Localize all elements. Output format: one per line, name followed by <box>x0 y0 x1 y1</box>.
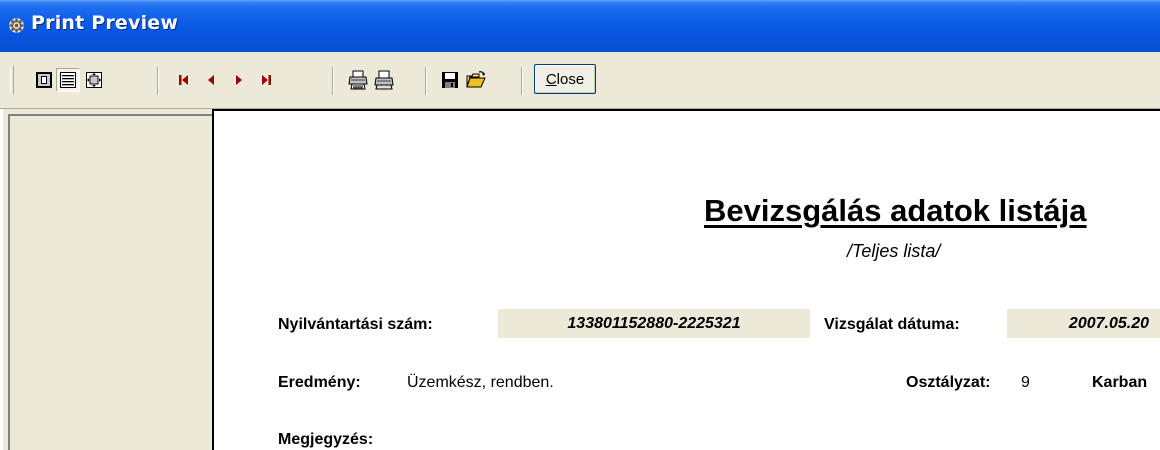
toolbar-separator <box>332 67 334 95</box>
note-label: Megjegyzés: <box>278 431 374 448</box>
left-panel <box>0 109 212 450</box>
class-value: 9 <box>1021 374 1030 391</box>
registration-value: 133801152880-2225321 <box>498 309 810 338</box>
first-page-icon <box>179 75 188 85</box>
toolbar-separator <box>425 67 427 95</box>
prev-page-button[interactable] <box>199 68 223 92</box>
first-page-button[interactable] <box>172 68 196 92</box>
print-icon <box>374 70 394 90</box>
toolbar-separator <box>521 67 523 95</box>
toolbar-grip[interactable] <box>10 66 14 94</box>
class-label: Osztályzat: <box>906 374 991 391</box>
print-button[interactable] <box>372 68 396 92</box>
one-page-button[interactable] <box>32 68 56 92</box>
maintenance-label: Karban <box>1092 374 1148 391</box>
inspection-date-label: Vizsgálat dátuma: <box>824 316 960 333</box>
inspection-date-value: 2007.05.20 <box>1007 309 1160 338</box>
window-title: Print Preview <box>31 12 179 34</box>
zoom-fit-icon <box>86 72 102 88</box>
print-setup-icon <box>348 70 368 90</box>
two-page-button[interactable] <box>56 68 80 92</box>
one-page-icon <box>36 72 52 88</box>
close-button-label: lose <box>556 70 585 88</box>
result-value: Üzemkész, rendben. <box>407 374 554 391</box>
save-icon <box>442 72 458 88</box>
toolbar-separator <box>157 67 159 95</box>
save-button[interactable] <box>438 68 462 92</box>
open-icon <box>466 71 486 88</box>
print-setup-button[interactable] <box>346 68 370 92</box>
last-page-button[interactable] <box>254 68 278 92</box>
prev-page-icon <box>208 75 214 85</box>
preview-page[interactable]: Bevizsgálás adatok listája /Teljes lista… <box>212 109 1160 450</box>
close-button-mnemonic: C <box>545 70 557 88</box>
close-button[interactable]: Close <box>534 64 596 94</box>
app-gear-icon <box>9 18 24 33</box>
result-label: Eredmény: <box>278 374 361 391</box>
title-bar[interactable]: Print Preview <box>0 0 1160 53</box>
report-subtitle: /Teljes lista/ <box>847 241 941 261</box>
next-page-icon <box>236 75 242 85</box>
last-page-icon <box>262 75 271 85</box>
toolbar: Close <box>0 52 1160 109</box>
left-panel-inner <box>8 114 212 450</box>
two-page-icon <box>60 72 76 88</box>
report-title: Bevizsgálás adatok listája <box>704 193 1087 228</box>
registration-label: Nyilvántartási szám: <box>278 316 433 333</box>
open-button[interactable] <box>464 68 488 92</box>
zoom-fit-button[interactable] <box>82 68 106 92</box>
next-page-button[interactable] <box>227 68 251 92</box>
